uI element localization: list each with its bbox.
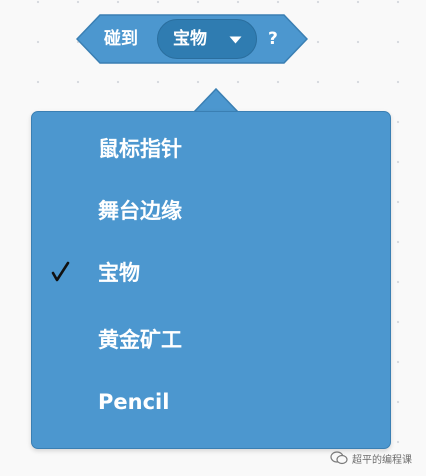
checkmark-icon	[51, 261, 70, 282]
caret-down-icon	[229, 36, 242, 44]
sprite-dropdown[interactable]: 宝物	[157, 19, 257, 59]
code-workspace[interactable]: 碰到 宝物 ? 鼠标指针 舞台边缘 宝物 黄金矿工 Pencil 超平的编程课	[0, 0, 426, 476]
menu-item-label: 黄金矿工	[98, 328, 182, 352]
menu-item-label: Pencil	[98, 390, 170, 414]
sprite-dropdown-value: 宝物	[173, 29, 207, 49]
wechat-icon	[330, 451, 348, 465]
menu-item-pencil[interactable]: Pencil	[32, 377, 389, 427]
watermark: 超平的编程课	[330, 447, 412, 469]
sprite-dropdown-menu: 鼠标指针 舞台边缘 宝物 黄金矿工 Pencil	[31, 111, 391, 449]
menu-item-treasure[interactable]: 宝物	[32, 248, 389, 298]
menu-item-label: 舞台边缘	[98, 199, 182, 223]
block-question-mark: ?	[268, 29, 278, 49]
touching-sensing-block[interactable]: 碰到 宝物 ?	[76, 14, 308, 64]
menu-item-gold-miner[interactable]: 黄金矿工	[32, 315, 389, 365]
menu-item-label: 鼠标指针	[98, 137, 182, 161]
menu-item-mouse-pointer[interactable]: 鼠标指针	[32, 124, 389, 174]
menu-item-label: 宝物	[98, 261, 140, 285]
watermark-text: 超平的编程课	[352, 454, 412, 466]
block-touching-label: 碰到	[104, 29, 138, 49]
menu-item-stage-edge[interactable]: 舞台边缘	[32, 186, 389, 236]
